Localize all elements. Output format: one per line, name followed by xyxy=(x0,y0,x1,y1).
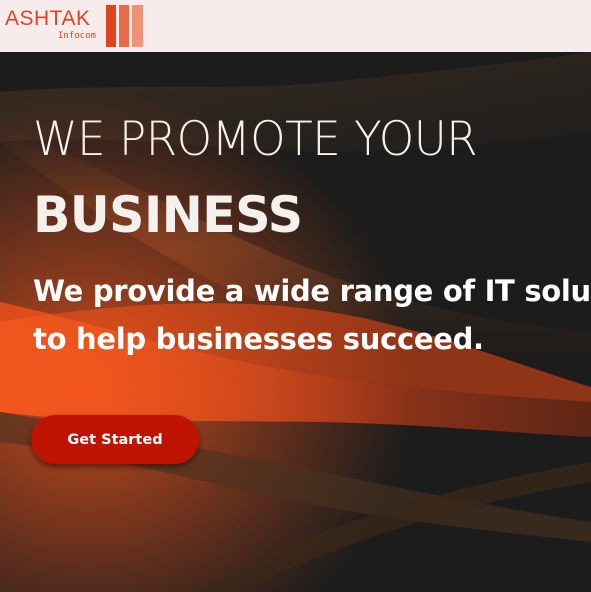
get-started-button[interactable]: Get Started xyxy=(31,415,199,464)
hero-subheading: We provide a wide range of IT solut to h… xyxy=(33,267,591,363)
site-header: ASHTAK Infocom xyxy=(0,0,591,52)
subheading-line-1: We provide a wide range of IT solut xyxy=(33,274,591,308)
brand-tagline: Infocom xyxy=(58,31,96,41)
headline-bold: BUSINESS xyxy=(33,186,303,244)
hero-section: WE PROMOTE YOUR BUSINESS We provide a wi… xyxy=(0,52,591,592)
brand-name: ASHTAK xyxy=(5,7,91,30)
subheading-line-2: to help businesses succeed. xyxy=(33,322,484,356)
page: ASHTAK Infocom WE PROMOTE YOUR BUSINESS … xyxy=(0,0,591,592)
headline-light: WE PROMOTE YOUR xyxy=(33,112,478,167)
logo-bars-icon xyxy=(106,5,143,47)
brand-logo[interactable]: ASHTAK Infocom xyxy=(5,5,145,47)
